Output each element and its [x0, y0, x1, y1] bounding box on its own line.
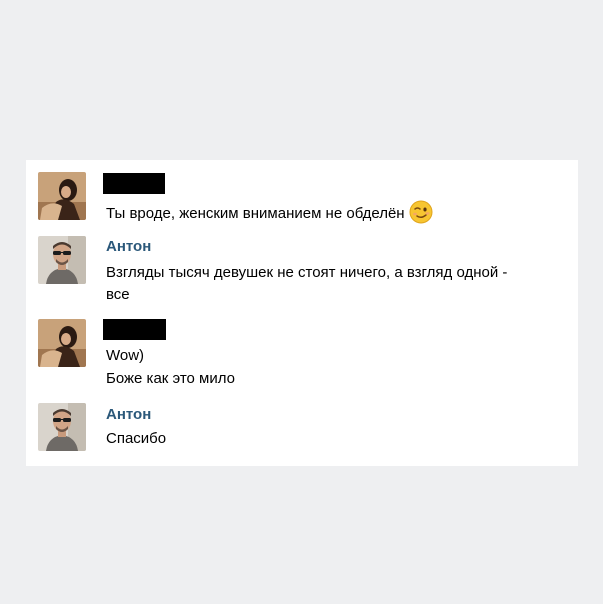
message-line: Спасибо [106, 430, 167, 447]
message-line: Ты вроде, женским вниманием не обделён [106, 205, 405, 222]
message-line: Взгляды тысяч девушек не стоят ничего, а… [106, 264, 508, 281]
sender-name[interactable]: Антон [106, 406, 151, 424]
winking-face-emoji-icon [409, 200, 433, 224]
avatar-woman[interactable] [38, 319, 86, 367]
avatar-anton[interactable] [38, 236, 86, 284]
chat-panel: Ты вроде, женским вниманием не обделён А… [26, 160, 578, 466]
redacted-sender-name [103, 319, 166, 340]
message-text: Ты вроде, женским вниманием не обделён [106, 200, 433, 224]
message-line: Wow) [106, 347, 145, 364]
message-line: все [106, 286, 130, 303]
redacted-sender-name [103, 173, 165, 194]
avatar-anton[interactable] [38, 403, 86, 451]
man-sunglasses-photo-avatar-icon [38, 403, 86, 451]
sender-name[interactable]: Антон [106, 238, 151, 256]
woman-photo-avatar-icon [38, 172, 86, 220]
message-line: Боже как это мило [106, 370, 236, 387]
woman-photo-avatar-icon [38, 319, 86, 367]
avatar-woman[interactable] [38, 172, 86, 220]
man-sunglasses-photo-avatar-icon [38, 236, 86, 284]
